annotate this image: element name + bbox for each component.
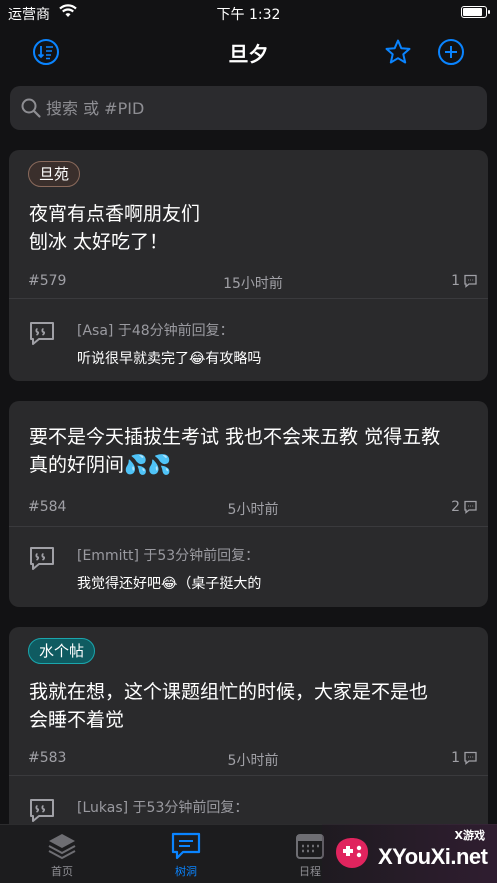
gamepad-logo-icon [330, 830, 374, 874]
post-meta: #584 5小时前 2 [28, 499, 478, 519]
nav-bar: 旦夕 [0, 26, 497, 78]
comment-icon [464, 500, 477, 514]
reply-count: 1 [451, 273, 478, 289]
reply-header: [Asa] 于48分钟前回复： [77, 323, 234, 339]
battery-icon [461, 6, 490, 18]
reply-count-value: 1 [451, 750, 460, 766]
watermark-top-text: X游戏 [454, 829, 485, 842]
quote-icon [28, 797, 56, 824]
post-text: 我就在想，这个课题组忙的时候，大家是不是也 会睡不着觉 [29, 678, 479, 734]
quote-icon [28, 545, 56, 573]
tab-home[interactable]: 首页 [12, 825, 112, 883]
post-time: 5小时前 [227, 753, 279, 769]
post-time: 15小时前 [223, 276, 283, 292]
post-text-line: 夜宵有点香啊朋友们 [29, 203, 201, 225]
post-text: 夜宵有点香啊朋友们 刨冰 太好吃了！ [29, 200, 479, 256]
divider [9, 526, 488, 527]
post-text-line: 我就在想，这个课题组忙的时候，大家是不是也 [29, 681, 429, 703]
post-text-line: 会睡不着觉 [29, 709, 125, 731]
comment-icon [464, 751, 477, 765]
quote-icon [28, 320, 56, 348]
tab-treehole[interactable]: 树洞 [136, 825, 236, 883]
reply-count-value: 2 [451, 499, 460, 515]
tab-label: 首页 [51, 865, 73, 878]
tab-label: 树洞 [175, 865, 197, 878]
post-tag[interactable]: 水个帖 [28, 638, 96, 664]
chat-icon [170, 831, 202, 861]
search-input[interactable] [46, 86, 466, 130]
reply-count: 2 [451, 499, 478, 515]
status-time: 下午 1:32 [216, 7, 281, 23]
site-watermark: X游戏 XYouXi.net [322, 824, 497, 883]
post-text: 要不是今天插拔生考试 我也不会来五教 觉得五教 真的好阴间💦💦 [29, 423, 479, 479]
divider [9, 298, 488, 299]
post-tag[interactable]: 旦苑 [28, 161, 81, 187]
post-text-line: 刨冰 太好吃了！ [29, 231, 169, 253]
post-text-line: 要不是今天插拔生考试 我也不会来五教 觉得五教 [29, 426, 441, 448]
post-time: 5小时前 [227, 502, 279, 518]
post-meta: #583 5小时前 1 [28, 750, 478, 770]
post-feed[interactable]: 旦苑 夜宵有点香啊朋友们 刨冰 太好吃了！ #579 15小时前 1 [Asa]… [0, 150, 497, 824]
status-bar: 运营商 下午 1:32 [0, 0, 497, 26]
post-meta: #579 15小时前 1 [28, 273, 478, 293]
watermark-text: XYouXi.net [378, 844, 488, 869]
post-card[interactable]: 要不是今天插拔生考试 我也不会来五教 觉得五教 真的好阴间💦💦 #584 5小时… [9, 401, 488, 607]
post-card[interactable]: 水个帖 我就在想，这个课题组忙的时候，大家是不是也 会睡不着觉 #583 5小时… [9, 627, 488, 824]
search-bar[interactable] [10, 86, 487, 130]
reply-body: 听说很早就卖完了😂有攻略吗 [77, 351, 262, 367]
post-text-line: 真的好阴间💦💦 [29, 454, 172, 476]
reply-count: 1 [451, 750, 478, 766]
comment-icon [464, 274, 477, 288]
reply-count-value: 1 [451, 273, 460, 289]
reply-body: 我觉得还好吧😂（桌子挺大的 [77, 576, 262, 592]
divider [9, 775, 488, 776]
post-card[interactable]: 旦苑 夜宵有点香啊朋友们 刨冰 太好吃了！ #579 15小时前 1 [Asa]… [9, 150, 488, 381]
stack-icon [46, 831, 78, 861]
reply-header: [Emmitt] 于53分钟前回复： [77, 548, 260, 564]
star-icon[interactable] [384, 38, 412, 66]
search-icon [20, 97, 42, 119]
reply-header: [Lukas] 于53分钟前回复： [77, 800, 249, 816]
add-post-icon[interactable] [437, 38, 465, 66]
page-title: 旦夕 [228, 42, 269, 66]
